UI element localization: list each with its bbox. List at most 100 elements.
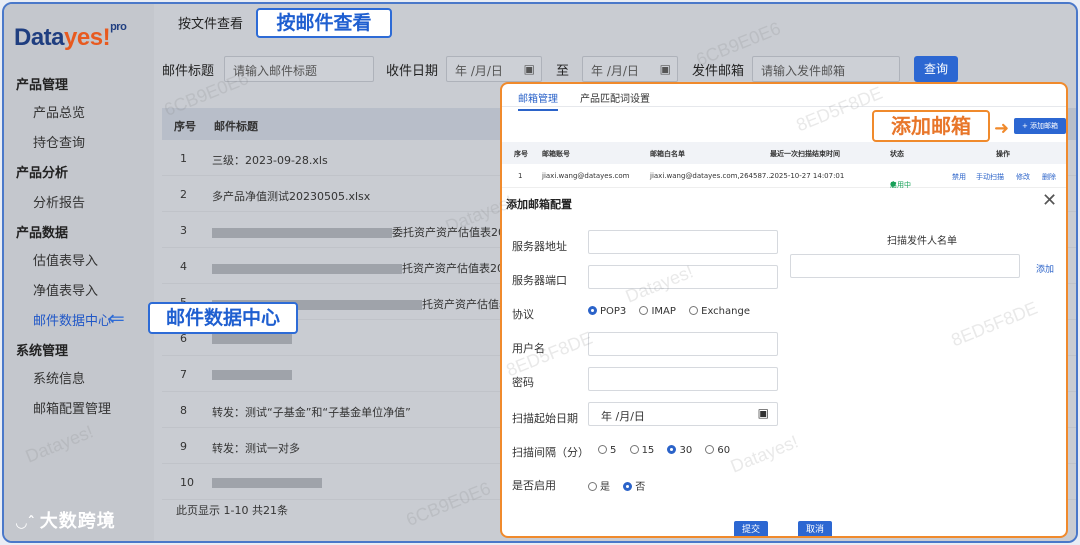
- mailbox-modal: 邮箱管理 产品匹配词设置 添加邮箱 ➜ + 添加邮箱 序号 邮箱账号 邮箱白名单…: [500, 82, 1068, 538]
- redacted-block: [212, 370, 292, 380]
- row-subject: 转发：测试一对多: [212, 442, 300, 455]
- tab-divider: [502, 106, 1066, 107]
- row-index: 10: [180, 476, 194, 489]
- subject-input[interactable]: 请输入邮件标题: [224, 56, 374, 82]
- disable-action[interactable]: 禁用: [952, 172, 966, 182]
- sidebar-item-valuation-import[interactable]: 估值表导入: [33, 250, 98, 269]
- enabled-option-yes[interactable]: 是: [588, 482, 610, 493]
- mini-col-status: 状态: [890, 150, 904, 158]
- mini-cell-index: 1: [518, 172, 523, 180]
- mail-center-callout: 邮件数据中心: [148, 302, 298, 334]
- username-label: 用户名: [512, 342, 545, 355]
- mini-col-actions: 操作: [996, 150, 1010, 158]
- enabled-label: 是否启用: [512, 479, 556, 492]
- sidebar-item-nav-import[interactable]: 净值表导入: [33, 280, 98, 299]
- interval-option-60[interactable]: 60: [705, 445, 730, 456]
- password-input[interactable]: [588, 367, 778, 391]
- enabled-option-no[interactable]: 否: [623, 482, 645, 493]
- server-label: 服务器地址: [512, 240, 567, 253]
- redacted-block: [212, 228, 392, 238]
- row-index: 4: [180, 260, 187, 273]
- port-input[interactable]: [588, 265, 778, 289]
- sidebar-section-product-data: 产品数据: [16, 226, 69, 241]
- interval-option-5[interactable]: 5: [598, 445, 616, 456]
- mini-col-whitelist: 邮箱白名单: [650, 150, 685, 158]
- scan-sender-list-title: 扫描发件人名单: [887, 236, 957, 247]
- tab-mailbox-management[interactable]: 邮箱管理: [518, 90, 558, 111]
- sidebar-item-system-info[interactable]: 系统信息: [33, 368, 85, 387]
- close-icon[interactable]: ✕: [1042, 190, 1057, 211]
- row-index: 1: [180, 152, 187, 165]
- col-header-subject: 邮件标题: [214, 120, 258, 133]
- delete-action[interactable]: 删除: [1042, 172, 1056, 182]
- start-date-input[interactable]: 年 /月/日 ▣: [588, 402, 778, 426]
- redacted-block: [212, 478, 322, 488]
- enabled-radio-group: 是 否: [588, 478, 655, 493]
- row-index: 2: [180, 188, 187, 201]
- row-index: 9: [180, 440, 187, 453]
- protocol-option-imap[interactable]: IMAP: [639, 306, 676, 317]
- add-mailbox-button[interactable]: + 添加邮箱: [1014, 118, 1066, 134]
- row-subject: [212, 368, 292, 381]
- redacted-block: [212, 334, 292, 344]
- mini-cell-whitelist: jiaxi.wang@datayes.com,264587...: [650, 172, 774, 180]
- port-label: 服务器端口: [512, 274, 567, 287]
- protocol-label: 协议: [512, 308, 534, 321]
- row-index: 7: [180, 368, 187, 381]
- sidebar-item-holdings-query[interactable]: 持仓查询: [33, 132, 85, 151]
- calendar-icon: ▣: [523, 62, 535, 76]
- sidebar-section-system-management: 系统管理: [16, 344, 69, 359]
- arrow-right-icon: ➜: [994, 118, 1010, 139]
- sidebar-section-product-analysis: 产品分析: [16, 166, 69, 181]
- row-subject: 委托资产资产估值表2025: [212, 224, 519, 240]
- mailbox-table-row: 1 jiaxi.wang@datayes.com jiaxi.wang@data…: [502, 164, 1066, 189]
- sender-input[interactable]: 请输入发件邮箱: [752, 56, 900, 82]
- mini-col-index: 序号: [514, 150, 528, 158]
- col-header-index: 序号: [174, 120, 196, 133]
- interval-radio-group: 5 15 30 60: [598, 445, 740, 456]
- tab-product-match-words[interactable]: 产品匹配词设置: [580, 90, 650, 105]
- row-subject: 多产品净值测试20230505.xlsx: [212, 190, 371, 203]
- manual-scan-action[interactable]: 手动扫描: [976, 172, 1004, 182]
- protocol-option-pop3[interactable]: POP3: [588, 306, 626, 317]
- sidebar-item-mailbox-config[interactable]: 邮箱配置管理: [33, 398, 111, 417]
- server-input[interactable]: [588, 230, 778, 254]
- submit-button[interactable]: 提交: [734, 521, 768, 536]
- tab-by-file[interactable]: 按文件查看: [178, 13, 243, 32]
- calendar-icon: ▣: [659, 62, 671, 76]
- username-input[interactable]: [588, 332, 778, 356]
- row-subject: 托资产资产估值表2024: [212, 260, 518, 276]
- scan-sender-add-link[interactable]: 添加: [1036, 262, 1054, 275]
- arrow-left-icon: ⇐: [108, 306, 125, 330]
- date-from-input[interactable]: 年 /月/日 ▣: [446, 56, 542, 82]
- query-button[interactable]: 查询: [914, 56, 958, 82]
- interval-option-30[interactable]: 30: [667, 445, 692, 456]
- mini-cell-last-scan: 2025-10-27 14:07:01: [770, 172, 845, 180]
- mini-col-last-scan: 最近一次扫描结束时间: [770, 150, 840, 158]
- row-index: 8: [180, 404, 187, 417]
- datayes-logo: Datayes!pro: [14, 21, 127, 51]
- row-subject: 三级：2023-09-28.xls: [212, 154, 328, 167]
- app-window: Datayes!pro 产品管理 产品总览 持仓查询 产品分析 分析报告 产品数…: [2, 2, 1078, 543]
- subject-label: 邮件标题: [162, 64, 215, 79]
- date-range-separator: 至: [556, 64, 570, 79]
- mailbox-table-header: 序号 邮箱账号 邮箱白名单 最近一次扫描结束时间 状态 操作: [502, 142, 1066, 164]
- sidebar-item-product-overview[interactable]: 产品总览: [33, 102, 85, 121]
- tab-by-mail-callout[interactable]: 按邮件查看: [256, 8, 392, 38]
- sidebar-item-analysis-report[interactable]: 分析报告: [33, 192, 85, 211]
- edit-action[interactable]: 修改: [1016, 172, 1030, 182]
- sidebar-section-product-management: 产品管理: [16, 78, 69, 93]
- row-index: 3: [180, 224, 187, 237]
- cancel-button[interactable]: 取消: [798, 521, 832, 536]
- mini-cell-account: jiaxi.wang@datayes.com: [542, 172, 630, 180]
- bottom-watermark-logo: ◡ˆ 大数跨境: [16, 511, 116, 532]
- scan-sender-input[interactable]: [790, 254, 1020, 278]
- add-mailbox-callout: 添加邮箱: [872, 110, 990, 142]
- protocol-option-exchange[interactable]: Exchange: [689, 306, 750, 317]
- sidebar-item-mail-data-center[interactable]: 邮件数据中心: [33, 310, 111, 329]
- row-subject: 转发：测试“子基金”和“子基金单位净值”: [212, 406, 411, 419]
- date-to-input[interactable]: 年 /月/日 ▣: [582, 56, 678, 82]
- redacted-block: [212, 264, 402, 274]
- mini-col-account: 邮箱账号: [542, 150, 570, 158]
- interval-option-15[interactable]: 15: [629, 445, 654, 456]
